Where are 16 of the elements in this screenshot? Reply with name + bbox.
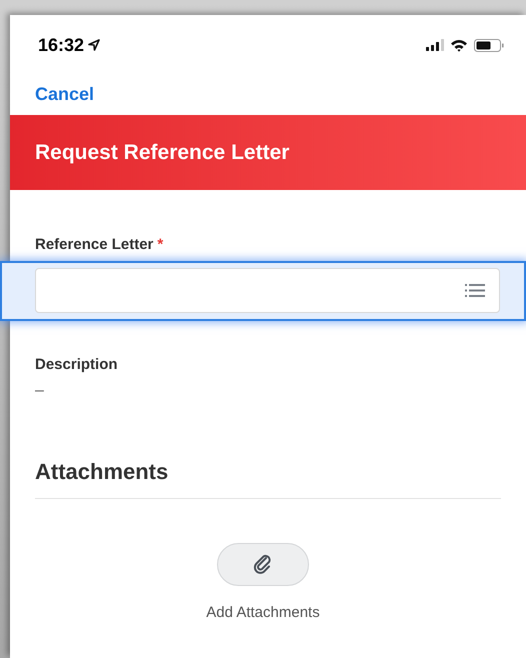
field-label: Reference Letter bbox=[35, 235, 154, 255]
battery-icon bbox=[474, 38, 504, 52]
list-icon[interactable] bbox=[465, 283, 485, 298]
attach-button[interactable] bbox=[217, 542, 309, 586]
location-arrow-icon bbox=[88, 39, 100, 51]
attachments-heading: Attachments bbox=[35, 458, 168, 484]
description-value: – bbox=[35, 382, 44, 398]
wifi-icon bbox=[450, 38, 468, 52]
reference-letter-field[interactable] bbox=[35, 268, 500, 313]
required-asterisk: * bbox=[157, 235, 164, 255]
description-label: Description bbox=[35, 356, 118, 372]
cancel-link[interactable]: Cancel bbox=[35, 80, 94, 108]
status-time: 16:32 bbox=[38, 34, 84, 56]
page-title: Request Reference Letter bbox=[35, 140, 290, 166]
signal-icon bbox=[426, 39, 444, 51]
add-attachments-label: Add Attachments bbox=[206, 602, 320, 622]
